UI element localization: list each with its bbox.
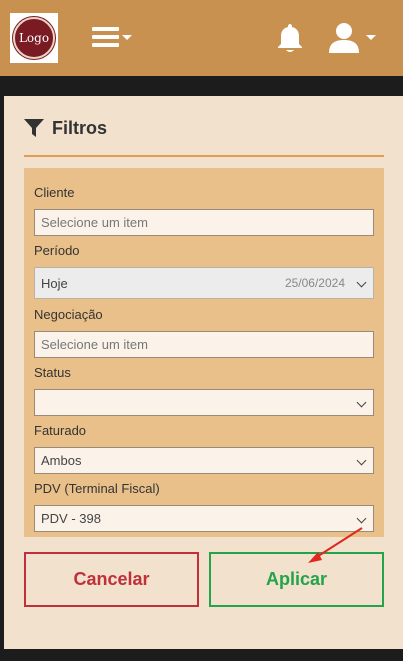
pdv-label: PDV (Terminal Fiscal) <box>34 481 160 496</box>
faturado-value: Ambos <box>41 453 82 468</box>
chevron-down-icon <box>356 513 367 524</box>
periodo-value: Hoje <box>41 275 68 291</box>
periodo-label: Período <box>34 243 80 258</box>
logo-badge: Logo <box>13 17 55 59</box>
filters-title: Filtros <box>52 117 108 138</box>
header-divider <box>24 155 384 157</box>
logo-text: Logo <box>18 31 50 45</box>
filters-form: Cliente Selecione um item Período Hoje 2… <box>24 168 384 537</box>
chevron-down-icon <box>356 455 367 466</box>
caret-down-icon <box>366 35 376 40</box>
faturado-label: Faturado <box>34 423 87 438</box>
negociacao-label: Negociação <box>34 307 103 322</box>
chevron-down-icon <box>356 397 367 408</box>
notifications-button[interactable] <box>275 22 305 54</box>
filters-panel: Filtros Cliente Selecione um item Períod… <box>4 96 403 649</box>
cliente-label: Cliente <box>34 185 75 200</box>
apply-button[interactable]: Aplicar <box>209 552 384 607</box>
bell-icon <box>278 24 302 52</box>
chevron-down-icon <box>356 277 367 288</box>
filters-header: Filtros <box>24 116 107 140</box>
logo[interactable]: Logo <box>10 13 58 63</box>
periodo-select[interactable]: Hoje 25/06/2024 <box>34 267 374 299</box>
hamburger-menu-icon <box>92 27 119 47</box>
periodo-date: 25/06/2024 <box>284 276 345 290</box>
user-menu-button[interactable] <box>328 22 378 54</box>
cliente-placeholder: Selecione um item <box>41 215 148 230</box>
negociacao-placeholder: Selecione um item <box>41 337 148 352</box>
status-select[interactable] <box>34 389 374 416</box>
pdv-value: PDV - 398 <box>41 511 101 526</box>
faturado-select[interactable]: Ambos <box>34 447 374 474</box>
menu-button[interactable] <box>90 26 134 50</box>
cancel-button[interactable]: Cancelar <box>24 552 199 607</box>
cliente-select[interactable]: Selecione um item <box>34 209 374 236</box>
negociacao-select[interactable]: Selecione um item <box>34 331 374 358</box>
filter-icon <box>24 119 44 137</box>
top-bar: Logo <box>0 0 403 76</box>
caret-down-icon <box>122 35 132 40</box>
status-label: Status <box>34 365 71 380</box>
user-icon <box>329 23 359 53</box>
pdv-select[interactable]: PDV - 398 <box>34 505 374 532</box>
